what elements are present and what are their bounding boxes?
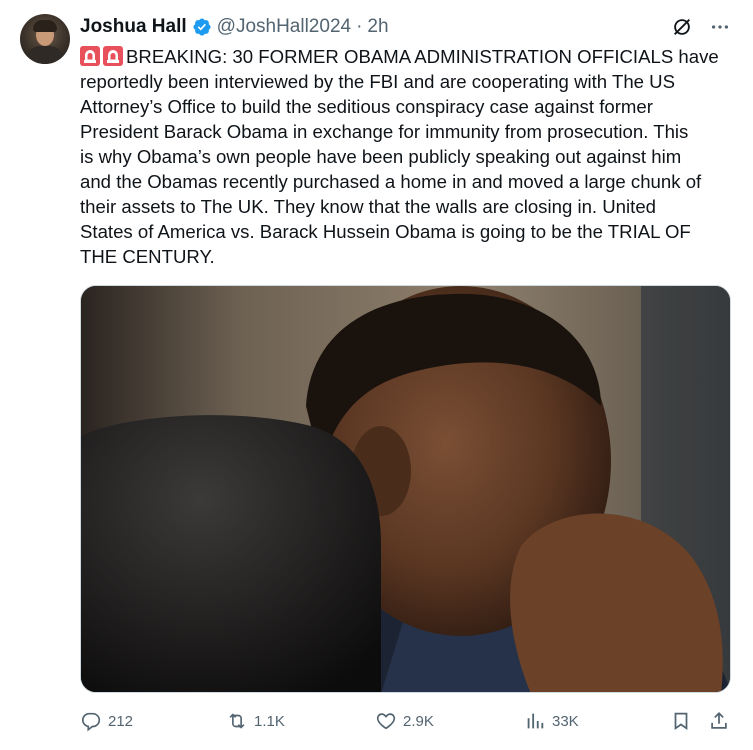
more-icon[interactable] bbox=[709, 16, 731, 38]
author-name[interactable]: Joshua Hall bbox=[80, 16, 187, 38]
repost-count: 1.1K bbox=[254, 712, 285, 730]
police-siren-emoji bbox=[103, 46, 123, 66]
like-count: 2.9K bbox=[403, 712, 434, 730]
share-button[interactable] bbox=[708, 706, 730, 736]
author-handle[interactable]: @JoshHall2024 bbox=[217, 16, 351, 38]
tweet-text: BREAKING: 30 FORMER OBAMA ADMINISTRATION… bbox=[80, 44, 730, 269]
police-siren-emoji bbox=[80, 46, 100, 66]
avatar-shirt bbox=[26, 46, 64, 64]
separator-dot: · bbox=[356, 16, 363, 37]
grok-icon[interactable] bbox=[671, 16, 693, 38]
timestamp[interactable]: 2h bbox=[367, 16, 388, 38]
like-button[interactable]: 2.9K bbox=[375, 706, 434, 736]
tweet-header: Joshua Hall @JoshHall2024 · 2h bbox=[80, 14, 389, 40]
avatar[interactable] bbox=[20, 14, 70, 64]
views-button[interactable]: 33K bbox=[524, 706, 579, 736]
repost-icon bbox=[229, 713, 245, 729]
heart-icon bbox=[376, 713, 396, 730]
avatar-hair bbox=[33, 20, 57, 32]
reply-button[interactable]: 212 bbox=[80, 706, 133, 736]
bookmark-button[interactable] bbox=[670, 706, 692, 736]
verified-badge-icon bbox=[192, 17, 212, 37]
tweet-photo[interactable] bbox=[80, 285, 731, 693]
photo-illustration bbox=[81, 286, 730, 692]
tweet-body: BREAKING: 30 FORMER OBAMA ADMINISTRATION… bbox=[80, 46, 719, 267]
tweet-top-actions bbox=[671, 16, 731, 38]
bookmark-icon bbox=[674, 712, 688, 731]
reply-icon bbox=[82, 712, 101, 732]
views-icon bbox=[527, 713, 544, 729]
share-icon bbox=[711, 711, 727, 729]
reply-count: 212 bbox=[108, 712, 134, 730]
views-count: 33K bbox=[552, 712, 579, 730]
tweet-actions: 212 1.1K 2.9K 33K bbox=[80, 706, 735, 736]
repost-button[interactable]: 1.1K bbox=[226, 706, 285, 736]
